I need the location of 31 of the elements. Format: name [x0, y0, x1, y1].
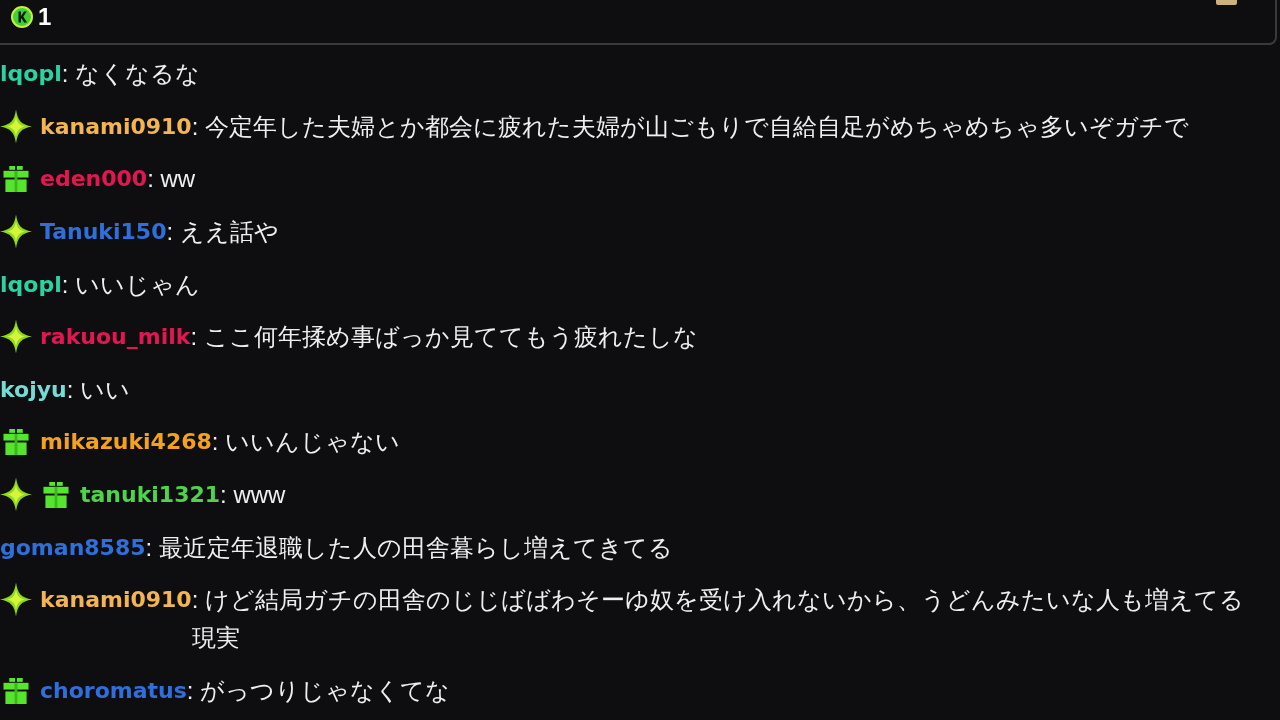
username[interactable]: lqopl: [0, 265, 62, 304]
message-text: : がっつりじゃなくてな: [186, 675, 451, 706]
message-text: : なくなるな: [61, 59, 201, 90]
username[interactable]: tanuki1321: [80, 476, 221, 515]
message-text: : ええ話や: [166, 217, 279, 248]
k-coin-icon: [11, 6, 33, 28]
username[interactable]: kojyu: [0, 370, 67, 409]
message-text: : いいんじゃない: [211, 427, 401, 458]
username[interactable]: kanami0910: [40, 107, 192, 146]
message-text: : けど結局ガチの田舎のじじばばわそーゆ奴を受け入れないから、うどんみたいな人も増えてる現実: [191, 585, 1246, 654]
username[interactable]: goman8585: [0, 528, 146, 567]
message-text: : 最近定年退職した人の田舎暮らし増えてきてる: [145, 532, 673, 563]
count-label: 1: [38, 4, 52, 30]
username[interactable]: eden000: [40, 160, 148, 199]
username[interactable]: choromatus: [40, 671, 187, 710]
username[interactable]: mikazuki4268: [40, 423, 212, 462]
username[interactable]: rakuou_milk: [40, 318, 191, 357]
username[interactable]: Tanuki150: [40, 213, 167, 252]
message-text: : いい: [66, 374, 131, 405]
gift-icon: [43, 482, 69, 509]
message-text: : 今定年した夫婦とか都会に疲れた夫婦が山ごもりで自給自足がめちゃめちゃ多いぞガチで: [191, 111, 1190, 142]
gift-icon: [3, 166, 29, 193]
message-text: : いいじゃん: [61, 269, 201, 300]
message-text: : ww: [147, 164, 196, 195]
message-text: : ここ何年揉め事ばっか見ててもう疲れたしな: [190, 322, 698, 353]
username[interactable]: lqopl: [0, 55, 62, 94]
gift-icon: [3, 677, 29, 704]
handle-icon: [1216, 0, 1237, 5]
message-text: : www: [220, 480, 286, 511]
username[interactable]: kanami0910: [40, 581, 192, 620]
gift-icon: [3, 429, 29, 456]
